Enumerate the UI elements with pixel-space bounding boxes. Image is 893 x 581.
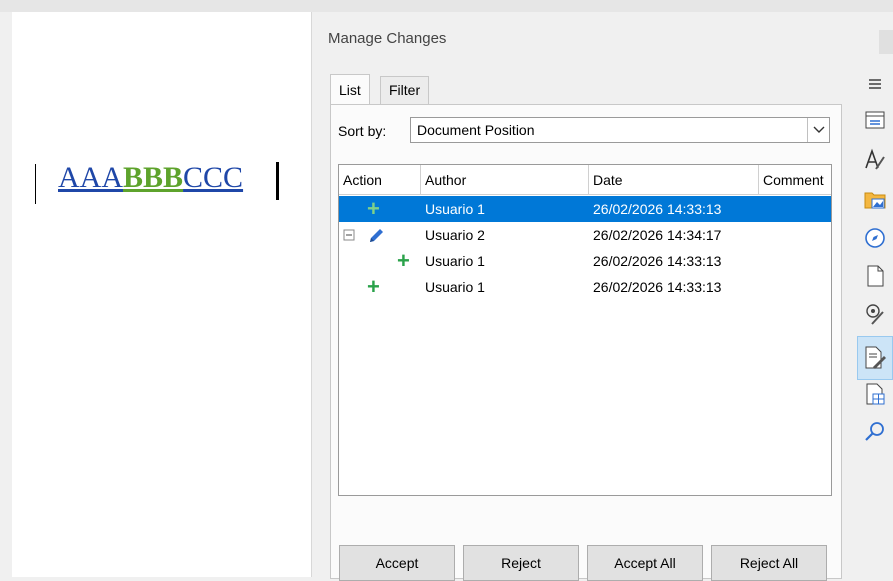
panel-title: Manage Changes bbox=[328, 30, 447, 47]
plus-icon: + bbox=[367, 274, 380, 299]
row-date: 26/02/2026 14:33:13 bbox=[593, 253, 722, 269]
column-date[interactable]: Date bbox=[589, 165, 759, 195]
navigator-icon[interactable] bbox=[861, 224, 889, 252]
find-icon[interactable] bbox=[861, 418, 889, 446]
list-item[interactable]: Usuario 2 26/02/2026 14:34:17 bbox=[339, 222, 831, 248]
manage-changes-panel: Manage Changes List Filter Sort by: Docu… bbox=[318, 18, 853, 581]
tab-filter[interactable]: Filter bbox=[380, 76, 430, 104]
text-segment-aaa: AAA bbox=[58, 161, 123, 194]
row-date: 26/02/2026 14:33:13 bbox=[593, 279, 722, 295]
column-author[interactable]: Author bbox=[421, 165, 589, 195]
document-canvas[interactable] bbox=[12, 12, 312, 577]
design-icon[interactable] bbox=[861, 380, 889, 408]
list-item[interactable]: + Usuario 1 26/02/2026 14:33:13 bbox=[339, 274, 831, 300]
sidebar-deck bbox=[853, 18, 893, 577]
gallery-icon[interactable] bbox=[861, 186, 889, 214]
row-author: Usuario 2 bbox=[425, 227, 485, 243]
document-text[interactable]: AAABBBCCC bbox=[58, 161, 243, 195]
column-action[interactable]: Action bbox=[339, 165, 421, 195]
collapse-icon[interactable] bbox=[343, 222, 355, 248]
accept-button[interactable]: Accept bbox=[339, 545, 455, 581]
styles-icon[interactable] bbox=[861, 146, 889, 174]
tab-list[interactable]: List bbox=[330, 74, 370, 104]
menu-icon[interactable] bbox=[861, 70, 889, 98]
plus-icon: + bbox=[367, 196, 380, 221]
row-author: Usuario 1 bbox=[425, 253, 485, 269]
change-bar bbox=[35, 164, 36, 204]
style-inspector-icon[interactable] bbox=[861, 300, 889, 328]
sort-by-select[interactable]: Document Position bbox=[410, 117, 830, 143]
sort-by-label: Sort by: bbox=[338, 123, 387, 139]
page-icon[interactable] bbox=[861, 262, 889, 290]
top-strip bbox=[0, 0, 893, 12]
list-item[interactable]: + Usuario 1 26/02/2026 14:33:13 bbox=[339, 196, 831, 222]
manage-changes-icon[interactable] bbox=[857, 336, 893, 380]
text-segment-bbb: BBB bbox=[123, 161, 184, 194]
list-item[interactable]: + Usuario 1 26/02/2026 14:33:13 bbox=[339, 248, 831, 274]
reject-button[interactable]: Reject bbox=[463, 545, 579, 581]
row-date: 26/02/2026 14:34:17 bbox=[593, 227, 722, 243]
row-author: Usuario 1 bbox=[425, 279, 485, 295]
changes-list[interactable]: Action Author Date Comment + Usuario 1 2… bbox=[338, 164, 832, 496]
text-cursor bbox=[276, 162, 279, 200]
row-date: 26/02/2026 14:33:13 bbox=[593, 201, 722, 217]
column-comment[interactable]: Comment bbox=[759, 165, 831, 195]
pencil-icon bbox=[367, 222, 385, 248]
row-author: Usuario 1 bbox=[425, 201, 485, 217]
chevron-down-icon[interactable] bbox=[807, 118, 829, 142]
properties-icon[interactable] bbox=[861, 106, 889, 134]
reject-all-button[interactable]: Reject All bbox=[711, 545, 827, 581]
plus-icon: + bbox=[397, 248, 410, 273]
list-header: Action Author Date Comment bbox=[339, 165, 831, 195]
text-segment-ccc: CCC bbox=[183, 161, 244, 194]
sort-by-value: Document Position bbox=[417, 122, 535, 138]
accept-all-button[interactable]: Accept All bbox=[587, 545, 703, 581]
close-icon[interactable] bbox=[879, 30, 893, 54]
